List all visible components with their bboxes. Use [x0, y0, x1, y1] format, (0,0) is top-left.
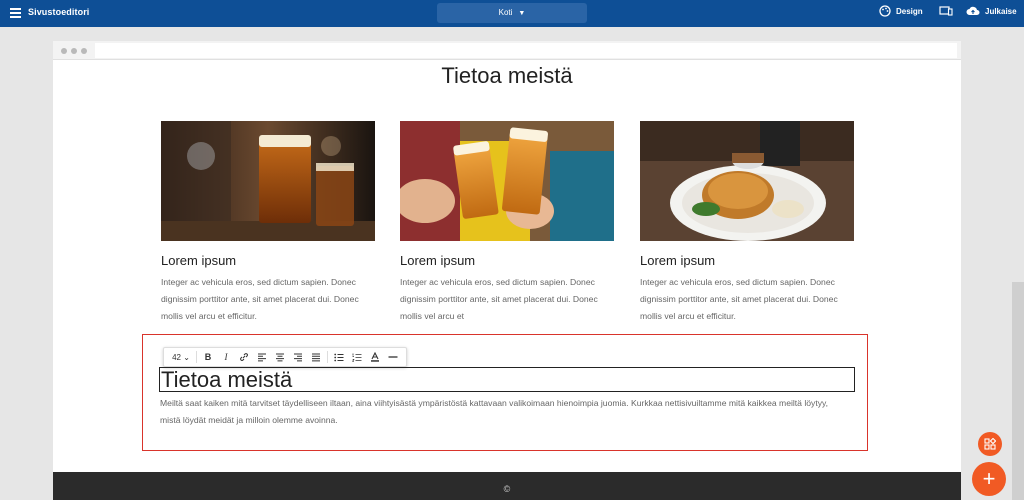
- numbered-list-icon[interactable]: [348, 348, 366, 366]
- chevron-down-icon: ⌄: [183, 352, 190, 362]
- browser-chrome: [53, 41, 961, 60]
- card-text: Integer ac vehicula eros, sed dictum sap…: [400, 277, 598, 321]
- cloud-upload-icon: [966, 6, 980, 15]
- font-size-dropdown[interactable]: 42 ⌄: [168, 348, 194, 366]
- design-button[interactable]: Design: [879, 5, 923, 17]
- card: Lorem ipsum Integer ac vehicula eros, se…: [640, 121, 854, 325]
- publish-button[interactable]: Julkaise: [966, 5, 1017, 17]
- widgets-icon: [984, 438, 996, 450]
- window-dot-icon: [81, 48, 87, 54]
- bold-icon[interactable]: B: [199, 348, 217, 366]
- align-left-icon[interactable]: [253, 348, 271, 366]
- card: Lorem ipsum Integer ac vehicula eros, se…: [400, 121, 614, 325]
- devices-icon: [939, 6, 953, 16]
- design-label: Design: [896, 6, 923, 16]
- text-color-icon[interactable]: [366, 348, 384, 366]
- chevron-down-icon: ▼: [518, 10, 526, 17]
- align-center-icon[interactable]: [271, 348, 289, 366]
- window-dot-icon: [71, 48, 77, 54]
- device-preview-button[interactable]: [939, 5, 958, 17]
- italic-icon[interactable]: I: [217, 348, 235, 366]
- toolbar-divider: [196, 351, 197, 363]
- card-image-bar: [161, 121, 375, 241]
- hamburger-menu-icon[interactable]: [10, 8, 21, 18]
- card-title: Lorem ipsum: [161, 253, 237, 268]
- text-format-toolbar: 42 ⌄ B I: [163, 347, 407, 367]
- palette-icon: [879, 5, 891, 17]
- page-footer: ©: [53, 472, 961, 500]
- app-title: Sivustoeditori: [28, 7, 90, 17]
- window-dot-icon: [61, 48, 67, 54]
- toolbar-divider: [327, 351, 328, 363]
- card-title: Lorem ipsum: [640, 253, 716, 268]
- bullet-list-icon[interactable]: [330, 348, 348, 366]
- align-right-icon[interactable]: [289, 348, 307, 366]
- card-title: Lorem ipsum: [400, 253, 476, 268]
- editable-heading[interactable]: Tietoa meistä: [159, 367, 855, 392]
- section-title: Tietoa meistä: [441, 63, 573, 88]
- align-justify-icon[interactable]: [307, 348, 325, 366]
- card-text: Integer ac vehicula eros, sed dictum sap…: [640, 277, 838, 321]
- address-bar: [95, 43, 957, 58]
- scrollbar[interactable]: [1012, 282, 1024, 500]
- copyright-text: ©: [503, 484, 511, 494]
- publish-label: Julkaise: [985, 6, 1017, 16]
- font-size-value: 42: [172, 352, 181, 362]
- plus-icon: +: [982, 466, 996, 491]
- link-icon[interactable]: [235, 348, 253, 366]
- editable-paragraph[interactable]: Meiltä saat kaiken mitä tarvitset täydel…: [160, 395, 850, 429]
- page-select-dropdown[interactable]: Koti ▼: [437, 3, 587, 23]
- horizontal-rule-icon[interactable]: [384, 348, 402, 366]
- page-select-value: Koti: [498, 8, 513, 17]
- card-image-food: [640, 121, 854, 241]
- top-bar: Sivustoeditori Koti ▼ Design Julkaise: [0, 0, 1024, 27]
- widgets-button[interactable]: [978, 432, 1002, 456]
- card-image-toast: [400, 121, 614, 241]
- add-element-button[interactable]: +: [972, 462, 1006, 496]
- card-text: Integer ac vehicula eros, sed dictum sap…: [161, 277, 359, 321]
- card: Lorem ipsum Integer ac vehicula eros, se…: [161, 121, 375, 325]
